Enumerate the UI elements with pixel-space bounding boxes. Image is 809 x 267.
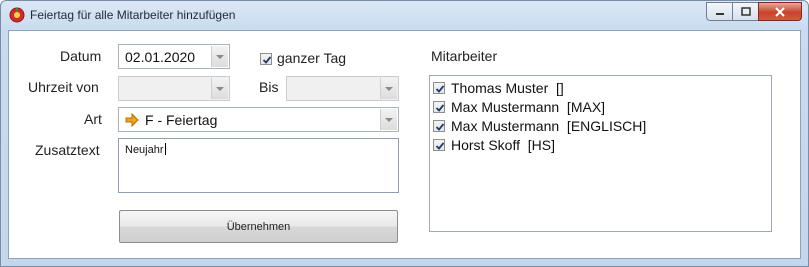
text-caret	[164, 143, 166, 155]
dialog-window: Feiertag für alle Mitarbeiter hinzufügen…	[0, 0, 809, 267]
title-bar[interactable]: Feiertag für alle Mitarbeiter hinzufügen	[1, 1, 808, 29]
datum-dropdown[interactable]: 02.01.2020	[118, 44, 230, 69]
datum-label: Datum	[60, 48, 102, 64]
chevron-down-icon	[216, 86, 224, 91]
dialog-content: Datum 02.01.2020 ganzer Tag Uhrzeit von …	[8, 30, 801, 259]
checkmark-icon	[435, 84, 445, 93]
zusatztext-value: Neujahr	[125, 144, 164, 156]
art-dropdown-arrow[interactable]	[380, 109, 397, 130]
list-item[interactable]: Thomas Muster []	[430, 78, 564, 97]
arrow-right-icon	[125, 112, 139, 128]
checkmark-icon	[435, 141, 445, 150]
uhrzeit-von-dropdown-arrow[interactable]	[211, 78, 228, 99]
minimize-icon	[715, 12, 724, 15]
art-dropdown[interactable]: F - Feiertag	[118, 107, 399, 132]
zusatztext-text: Neujahr	[125, 143, 166, 156]
list-item[interactable]: Max Mustermann [MAX]	[430, 97, 605, 116]
zusatztext-label: Zusatztext	[35, 142, 100, 158]
datum-dropdown-arrow[interactable]	[211, 46, 228, 67]
datum-value: 02.01.2020	[125, 49, 196, 65]
chevron-down-icon	[385, 117, 393, 122]
employee-label: Thomas Muster []	[451, 79, 564, 96]
employee-checkbox[interactable]	[433, 119, 445, 132]
close-button[interactable]	[758, 2, 802, 21]
employee-checkbox[interactable]	[433, 100, 445, 113]
maximize-button[interactable]	[732, 2, 758, 21]
chevron-down-icon	[385, 86, 393, 91]
chevron-down-icon	[216, 54, 224, 59]
uhrzeit-von-label: Uhrzeit von	[28, 79, 99, 95]
employees-list[interactable]: Thomas Muster [] Max Mustermann [MAX] Ma…	[429, 75, 772, 232]
ganzer-tag-label: ganzer Tag	[277, 50, 347, 66]
employees-header: Mitarbeiter	[431, 48, 498, 64]
maximize-icon	[740, 6, 751, 16]
app-icon	[9, 7, 25, 23]
art-label: Art	[84, 111, 102, 127]
caption-buttons	[706, 2, 802, 22]
apply-button[interactable]: Übernehmen	[119, 210, 398, 243]
zusatztext-field[interactable]: Neujahr	[118, 138, 399, 193]
list-item[interactable]: Horst Skoff [HS]	[430, 135, 555, 154]
window-title: Feiertag für alle Mitarbeiter hinzufügen	[30, 8, 236, 22]
uhrzeit-von-dropdown[interactable]	[118, 76, 230, 101]
list-item[interactable]: Max Mustermann [ENGLISCH]	[430, 116, 646, 135]
employee-label: Max Mustermann [MAX]	[451, 98, 606, 115]
art-value: F - Feiertag	[145, 112, 218, 128]
bis-label: Bis	[259, 79, 279, 95]
checkmark-icon	[435, 103, 445, 112]
bis-dropdown[interactable]	[286, 76, 399, 101]
employee-checkbox[interactable]	[433, 138, 445, 151]
bis-dropdown-arrow[interactable]	[380, 78, 397, 99]
checkmark-icon	[262, 56, 272, 64]
employee-checkbox[interactable]	[433, 81, 445, 94]
employee-label: Horst Skoff [HS]	[451, 136, 555, 153]
employee-label: Max Mustermann [ENGLISCH]	[451, 117, 647, 134]
close-icon	[775, 6, 785, 17]
checkmark-icon	[435, 122, 445, 131]
ganzer-tag-checkbox[interactable]	[260, 53, 272, 65]
minimize-button[interactable]	[706, 2, 732, 21]
